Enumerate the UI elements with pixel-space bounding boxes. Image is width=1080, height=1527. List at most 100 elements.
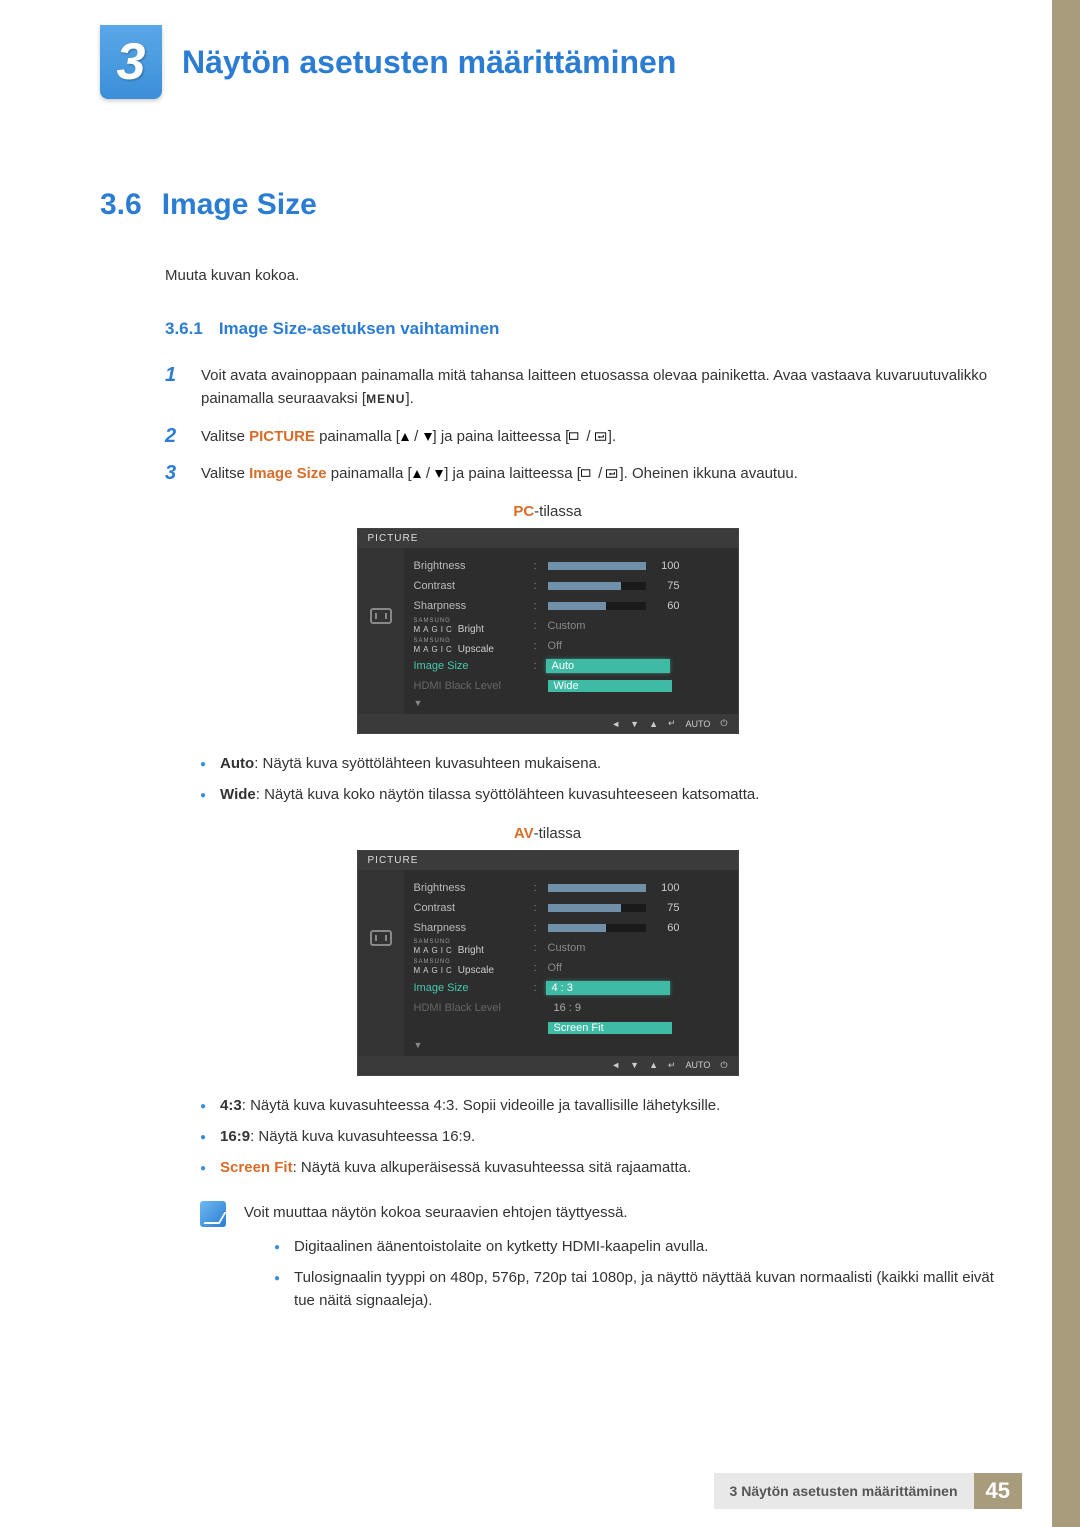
side-stripe: [1052, 0, 1080, 1527]
bullet-text: : Näytä kuva syöttölähteen kuvasuhteen m…: [254, 755, 601, 772]
nav-enter-icon: ↵: [668, 718, 676, 729]
bullet-term: Wide: [220, 786, 256, 803]
step-text: ].: [608, 428, 616, 445]
bullet-screenfit: ● Screen Fit: Näytä kuva alkuperäisessä …: [200, 1156, 995, 1179]
chapter-badge: 3: [100, 25, 162, 99]
osd-value: 60: [652, 922, 680, 934]
osd-value: Custom: [548, 942, 586, 954]
nav-up-icon: ▲: [649, 1060, 658, 1070]
av-mode-label: AV-tilassa: [100, 825, 995, 842]
osd-label: Sharpness: [414, 600, 528, 612]
note-text: Digitaalinen äänentoistolaite on kytkett…: [294, 1235, 708, 1258]
step-text: Valitse: [201, 465, 249, 482]
step-list: 1 Voit avata avainoppaan painamalla mitä…: [165, 364, 995, 485]
bullet-icon: ●: [274, 1240, 280, 1258]
osd-label-active: Image Size: [414, 660, 528, 672]
osd-option: Wide: [548, 680, 672, 692]
osd-label-active: Image Size: [414, 982, 528, 994]
step-number: 2: [165, 425, 183, 448]
nav-left-icon: ◄: [611, 719, 620, 729]
step-text: ]. Oheinen ikkuna avautuu.: [619, 465, 797, 482]
osd-sidebar: [358, 548, 404, 714]
bullet-term-accent: Screen Fit: [220, 1159, 293, 1176]
bullet-icon: ●: [200, 757, 206, 775]
osd-label: Sharpness: [414, 922, 528, 934]
osd-title: PICTURE: [358, 851, 738, 870]
bullet-icon: ●: [200, 1161, 206, 1179]
osd-option-selected: Auto: [546, 659, 670, 673]
step-body: Valitse PICTURE painamalla [ / ] ja pain…: [201, 425, 995, 448]
osd-value: 75: [652, 902, 680, 914]
slider-bar: [548, 904, 646, 912]
note-block: Voit muuttaa näytön kokoa seuraavien eht…: [200, 1201, 995, 1320]
slider-fill: [548, 884, 646, 892]
magic-text: MAGIC: [414, 625, 455, 634]
note-text: Tulosignaalin tyyppi on 480p, 576p, 720p…: [294, 1266, 995, 1313]
bullet-auto: ● Auto: Näytä kuva syöttölähteen kuvasuh…: [200, 752, 995, 775]
osd-value: Off: [548, 962, 562, 974]
nav-down-icon: ▼: [630, 1060, 639, 1070]
note-body: Voit muuttaa näytön kokoa seuraavien eht…: [244, 1201, 995, 1320]
step-text: painamalla [: [315, 428, 400, 445]
chapter-title: Näytön asetusten määrittäminen: [182, 44, 676, 81]
colon: :: [534, 962, 542, 974]
osd-main: Brightness : 100 Contrast : 75 Sharpness…: [404, 548, 738, 714]
section-intro: Muuta kuvan kokoa.: [165, 267, 995, 284]
slider-bar: [548, 602, 646, 610]
slider-fill: [548, 924, 607, 932]
osd-label: SAMSUNGMAGIC Bright: [414, 618, 528, 635]
osd-option: 16 : 9: [548, 1002, 672, 1014]
slider-fill: [548, 904, 622, 912]
osd-row-image-size: Image Size : Auto: [414, 656, 724, 676]
slider-bar: [548, 582, 646, 590]
enter-icon: [595, 432, 608, 442]
picture-tab-icon: [370, 608, 392, 624]
scroll-down-icon: ▼: [414, 698, 724, 708]
magic-suffix: Upscale: [458, 965, 494, 976]
step-text: painamalla [: [327, 465, 412, 482]
slider-bar: [548, 562, 646, 570]
step-text: ] ja paina laitteessa [: [444, 465, 581, 482]
osd-row-option: Screen Fit: [414, 1018, 724, 1038]
source-icon: [581, 469, 594, 479]
osd-label: SAMSUNGMAGIC Bright: [414, 939, 528, 956]
note-bullet-2: ● Tulosignaalin tyyppi on 480p, 576p, 72…: [274, 1266, 995, 1313]
pc-prefix: PC: [513, 503, 534, 520]
chapter-header: 3 Näytön asetusten määrittäminen: [100, 25, 676, 99]
slider-fill: [548, 562, 646, 570]
down-triangle-icon: [434, 469, 444, 479]
step-text: ].: [405, 390, 413, 407]
osd-row-magic-upscale: SAMSUNGMAGIC Upscale : Off: [414, 958, 724, 978]
osd-body: Brightness : 100 Contrast : 75 Sharpness…: [358, 548, 738, 714]
osd-row-brightness: Brightness : 100: [414, 556, 724, 576]
osd-row-magic-bright: SAMSUNGMAGIC Bright : Custom: [414, 938, 724, 958]
colon: :: [534, 922, 542, 934]
osd-value: 60: [652, 600, 680, 612]
bullet-term: 16:9: [220, 1128, 250, 1145]
osd-row-brightness: Brightness : 100: [414, 878, 724, 898]
chapter-number: 3: [117, 32, 146, 92]
osd-label: Contrast: [414, 902, 528, 914]
osd-value: 100: [652, 560, 680, 572]
footer-text: 3 Näytön asetusten määrittäminen: [714, 1473, 974, 1509]
page-footer: 3 Näytön asetusten määrittäminen 45: [714, 1473, 1022, 1509]
osd-sidebar: [358, 870, 404, 1056]
bullet-wide: ● Wide: Näytä kuva koko näytön tilassa s…: [200, 783, 995, 806]
colon: :: [534, 660, 542, 672]
section-heading: 3.6 Image Size: [100, 188, 995, 222]
nav-power-icon: ⏻: [720, 718, 727, 729]
av-bullet-list: ● 4:3: Näytä kuva kuvasuhteessa 4:3. Sop…: [200, 1094, 995, 1180]
bullet-text: : Näytä kuva alkuperäisessä kuvasuhteess…: [293, 1159, 692, 1176]
osd-row-sharpness: Sharpness : 60: [414, 918, 724, 938]
osd-option-selected: 4 : 3: [546, 981, 670, 995]
osd-main: Brightness : 100 Contrast : 75 Sharpness…: [404, 870, 738, 1056]
up-triangle-icon: [412, 469, 422, 479]
step-number: 3: [165, 462, 183, 485]
pc-bullet-list: ● Auto: Näytä kuva syöttölähteen kuvasuh…: [200, 752, 995, 807]
nav-power-icon: ⏻: [720, 1060, 727, 1071]
osd-label: Brightness: [414, 882, 528, 894]
osd-row-image-size: Image Size : 4 : 3: [414, 978, 724, 998]
enter-icon: [606, 469, 619, 479]
section-title: Image Size: [162, 188, 317, 222]
bullet-icon: ●: [200, 1130, 206, 1148]
